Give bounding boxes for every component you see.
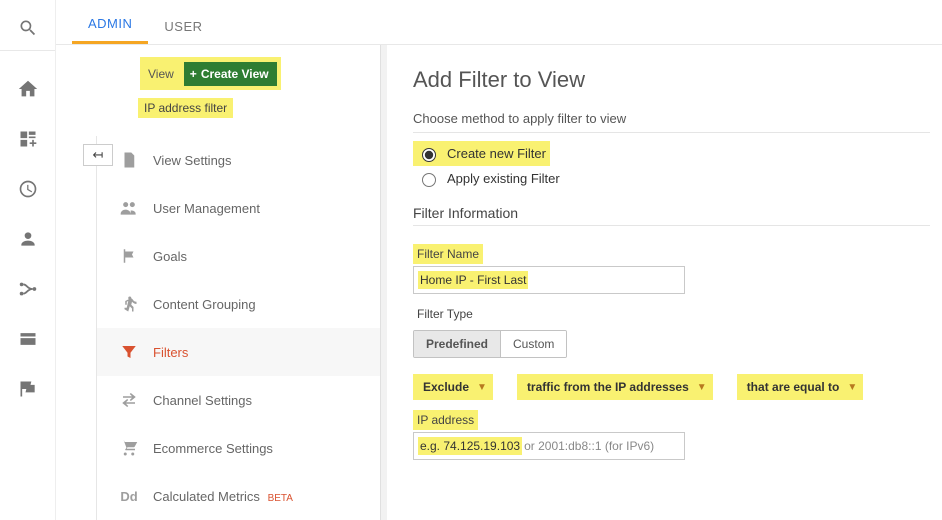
home-icon[interactable] [16,77,40,101]
dd-traffic-source[interactable]: traffic from the IP addresses ▼ [517,374,713,400]
method-label: Choose method to apply filter to view [413,111,930,126]
nav-channel-settings[interactable]: Channel Settings [97,376,380,424]
nav-calculated-metrics[interactable]: Dd Calculated Metrics BETA [97,472,380,520]
dd-icon: Dd [119,486,139,506]
view-nav: ↤ View Settings User Management [96,136,380,520]
nav-goals[interactable]: Goals [97,232,380,280]
cart-icon [119,438,139,458]
view-column: View + Create View IP address filter ↤ V… [56,45,381,520]
flow-icon[interactable] [16,277,40,301]
plus-icon: + [190,67,197,81]
radio-create-new[interactable]: Create new Filter [413,141,550,166]
dashboard-add-icon[interactable] [16,127,40,151]
ip-address-label: IP address [413,410,478,430]
radio-existing-input[interactable] [422,173,436,187]
dd-expression[interactable]: that are equal to ▼ [737,374,864,400]
seg-custom[interactable]: Custom [500,331,566,357]
person-icon[interactable] [16,227,40,251]
create-view-button[interactable]: + Create View [184,62,277,86]
flag-solid-icon [119,246,139,266]
clock-icon[interactable] [16,177,40,201]
card-icon[interactable] [16,327,40,351]
chevron-down-icon: ▼ [847,382,857,393]
swap-icon [119,390,139,410]
main-panel: Add Filter to View Choose method to appl… [387,45,942,520]
nav-filters[interactable]: Filters [97,328,380,376]
nav-content-grouping[interactable]: Content Grouping [97,280,380,328]
search-icon[interactable] [16,16,40,40]
tab-user[interactable]: USER [148,7,218,44]
flag-icon[interactable] [16,377,40,401]
nav-ecommerce-settings[interactable]: Ecommerce Settings [97,424,380,472]
view-header: View + Create View [140,57,281,90]
filter-name-label: Filter Name [413,244,483,264]
funnel-icon [119,342,139,362]
view-label: View [148,67,174,81]
nav-view-settings[interactable]: View Settings [97,136,380,184]
chevron-down-icon: ▼ [697,382,707,393]
chevron-down-icon: ▼ [477,382,487,393]
beta-badge: BETA [268,493,293,504]
radio-apply-existing[interactable]: Apply existing Filter [413,166,930,191]
left-icon-rail [0,0,55,520]
filter-type-segment: Predefined Custom [413,330,567,358]
filter-info-heading: Filter Information [413,205,930,221]
ip-address-input[interactable]: e.g. 74.125.19.103 or 2001:db8::1 (for I… [413,432,685,460]
filter-type-label: Filter Type [413,304,477,324]
page-title: Add Filter to View [413,67,930,93]
filter-name-input[interactable]: Home IP - First Last [413,266,685,294]
radio-create-input[interactable] [422,148,436,162]
view-name-label: IP address filter [138,98,233,118]
tab-admin[interactable]: ADMIN [72,4,148,44]
dd-exclude[interactable]: Exclude ▼ [413,374,493,400]
back-button[interactable]: ↤ [83,144,113,166]
document-icon [119,150,139,170]
people-icon [119,198,139,218]
content: ADMIN USER View + Create View IP address… [55,0,942,520]
top-tabs: ADMIN USER [56,0,942,45]
person-run-icon [119,294,139,314]
seg-predefined[interactable]: Predefined [414,331,500,357]
nav-user-management[interactable]: User Management [97,184,380,232]
